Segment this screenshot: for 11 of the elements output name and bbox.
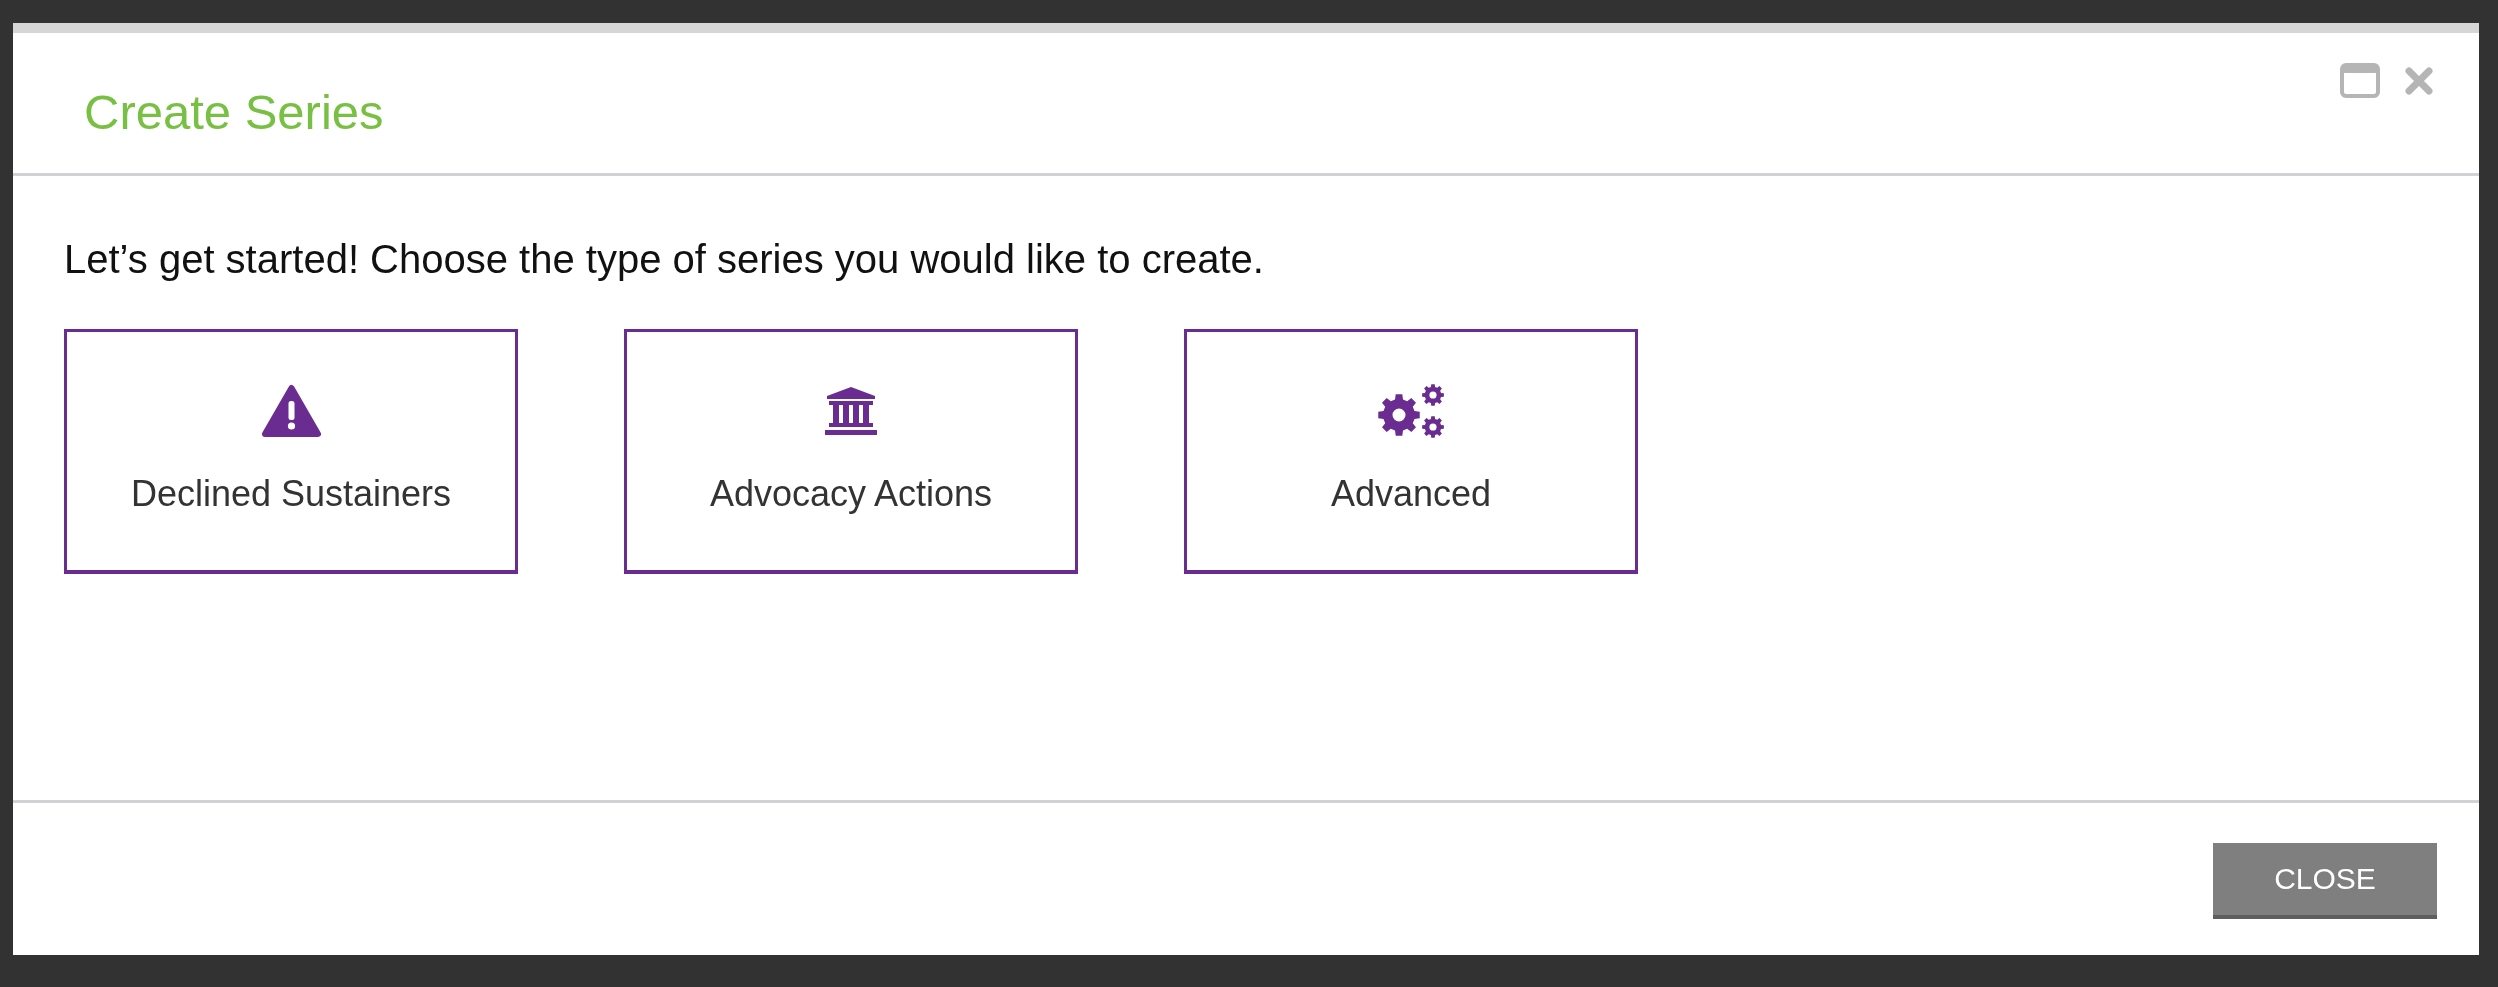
- close-icon[interactable]: [2404, 65, 2434, 96]
- bank-icon: [825, 386, 877, 435]
- warning-icon: [260, 383, 322, 438]
- window-icon[interactable]: [2340, 63, 2380, 98]
- series-option-card[interactable]: Declined Sustainers: [64, 329, 518, 574]
- series-option-card[interactable]: Advanced: [1184, 329, 1638, 574]
- gears-icon: [1377, 383, 1445, 438]
- series-option-card[interactable]: Advocacy Actions: [624, 329, 1078, 574]
- dialog-title: Create Series: [84, 83, 384, 141]
- close-button[interactable]: CLOSE: [2213, 843, 2437, 919]
- intro-text: Let’s get started! Choose the type of series you would like to create.: [64, 236, 1265, 282]
